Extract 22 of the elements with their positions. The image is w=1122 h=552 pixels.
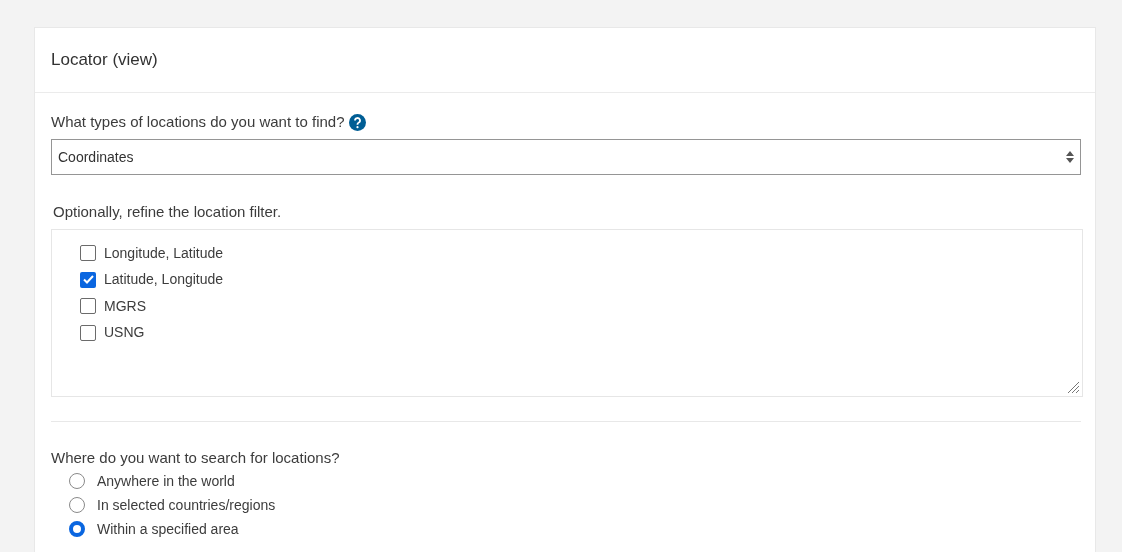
area-option[interactable]: In selected countries/regions: [69, 493, 276, 517]
checkbox[interactable]: [80, 271, 96, 288]
filter-option[interactable]: USNG: [80, 319, 145, 346]
radio-button[interactable]: [69, 497, 85, 513]
area-option[interactable]: Within a specified area: [69, 517, 239, 541]
help-icon[interactable]: [348, 113, 366, 131]
area-option[interactable]: Anywhere in the world: [69, 469, 235, 493]
filter-option[interactable]: MGRS: [80, 293, 146, 320]
panel-title: Locator (view): [51, 49, 158, 72]
question-label: What types of locations do you want to find?: [51, 111, 345, 132]
sort-arrows-icon: [1066, 151, 1074, 163]
filter-label: Optionally, refine the location filter.: [53, 201, 282, 222]
checkbox[interactable]: [80, 298, 96, 315]
radio-button[interactable]: [69, 521, 85, 537]
checkbox[interactable]: [80, 245, 96, 262]
radio-button[interactable]: [69, 473, 85, 489]
location-type-select[interactable]: Coordinates: [51, 139, 1081, 175]
checkbox[interactable]: [80, 324, 96, 341]
filter-option[interactable]: Latitude, Longitude: [80, 266, 224, 293]
question-label: Where do you want to search for locations?: [51, 447, 340, 468]
filter-option[interactable]: Longitude, Latitude: [80, 240, 224, 267]
resize-handle-icon[interactable]: [1067, 381, 1080, 394]
